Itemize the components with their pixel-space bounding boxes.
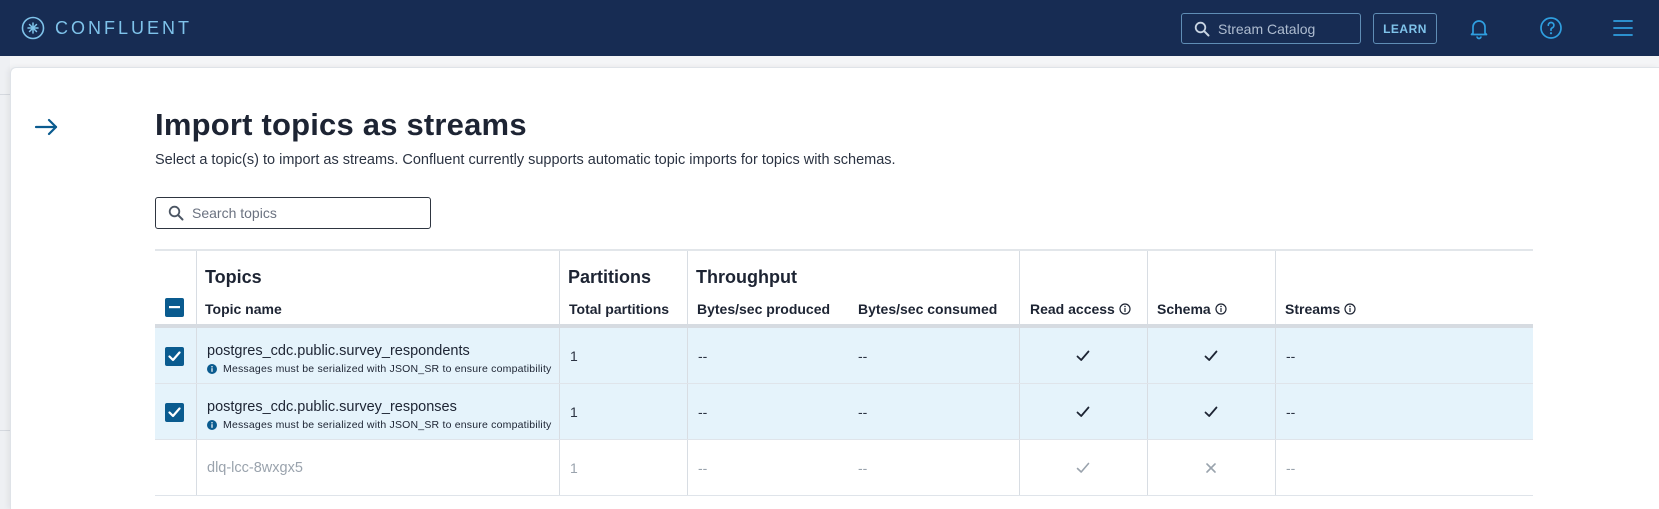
group-header-topics: Topics (205, 267, 262, 287)
row-checkbox[interactable] (165, 347, 184, 366)
info-filled-icon (207, 364, 217, 374)
table-header: Topics Partitions Throughput Topic name … (155, 249, 1533, 328)
menu-icon[interactable] (1609, 14, 1637, 42)
serialization-note: Messages must be serialized with JSON_SR… (207, 419, 552, 431)
page-title: Import topics as streams (155, 107, 527, 142)
bytes-consumed-value: -- (858, 404, 868, 420)
stream-catalog-search[interactable] (1181, 13, 1361, 44)
background-page-edge (0, 56, 10, 509)
topic-search-box[interactable] (155, 197, 431, 229)
group-header-partitions: Partitions (568, 267, 652, 287)
serialization-note: Messages must be serialized with JSON_SR… (207, 363, 552, 375)
column-header-bytes-produced: Bytes/sec produced (697, 301, 831, 317)
topic-name: postgres_cdc.public.survey_respondents (207, 343, 470, 359)
check-icon (1204, 350, 1218, 361)
streams-value: -- (1286, 348, 1296, 364)
help-icon[interactable] (1537, 14, 1565, 42)
column-header-total-partitions: Total partitions (569, 301, 670, 317)
table-row[interactable]: postgres_cdc.public.survey_respondents M… (155, 328, 1533, 384)
group-header-throughput: Throughput (696, 267, 797, 287)
info-icon[interactable] (1215, 303, 1227, 315)
column-header-read-access: Read access (1030, 301, 1131, 317)
table-row[interactable]: postgres_cdc.public.survey_responses Mes… (155, 384, 1533, 440)
column-header-bytes-consumed: Bytes/sec consumed (858, 301, 998, 317)
topic-name: dlq-lcc-8wxgx5 (207, 460, 303, 476)
bytes-produced-value: -- (698, 348, 708, 364)
streams-value: -- (1286, 404, 1296, 420)
check-icon (1076, 350, 1090, 361)
bytes-consumed-value: -- (858, 460, 868, 476)
info-icon[interactable] (1119, 303, 1131, 315)
partitions-value: 1 (570, 348, 578, 364)
info-icon[interactable] (1344, 303, 1356, 315)
row-checkbox[interactable] (165, 403, 184, 422)
search-icon (1194, 21, 1210, 36)
confluent-logo-icon (21, 16, 45, 40)
partitions-value: 1 (570, 404, 578, 420)
topics-table: Topics Partitions Throughput Topic name … (155, 249, 1533, 496)
page-subtitle: Select a topic(s) to import as streams. … (155, 152, 896, 168)
column-header-topic-name: Topic name (205, 301, 282, 317)
info-filled-icon (207, 420, 217, 430)
bytes-produced-value: -- (698, 404, 708, 420)
cross-icon (1206, 463, 1216, 473)
stream-catalog-input[interactable] (1218, 20, 1358, 37)
learn-button[interactable]: LEARN (1373, 13, 1437, 44)
import-topics-panel: Import topics as streams Select a topic(… (10, 67, 1659, 509)
check-icon (1076, 406, 1090, 417)
topic-name: postgres_cdc.public.survey_responses (207, 399, 457, 415)
bytes-produced-value: -- (698, 460, 708, 476)
bell-icon[interactable] (1465, 14, 1493, 42)
streams-value: -- (1286, 460, 1296, 476)
confluent-logo[interactable]: CONFLUENT (21, 16, 192, 40)
topic-search-input[interactable] (192, 205, 422, 221)
search-icon (168, 205, 184, 221)
close-panel-arrow-icon[interactable] (34, 115, 60, 139)
column-header-streams: Streams (1285, 301, 1356, 317)
check-icon (1076, 462, 1090, 473)
brand-name: CONFLUENT (55, 17, 193, 38)
top-navigation-bar: CONFLUENT LEARN (0, 0, 1659, 56)
partitions-value: 1 (570, 460, 578, 476)
column-header-schema: Schema (1157, 301, 1227, 317)
select-all-checkbox[interactable] (165, 298, 184, 317)
bytes-consumed-value: -- (858, 348, 868, 364)
check-icon (1204, 406, 1218, 417)
table-row: dlq-lcc-8wxgx5 1 -- -- -- (155, 440, 1533, 496)
